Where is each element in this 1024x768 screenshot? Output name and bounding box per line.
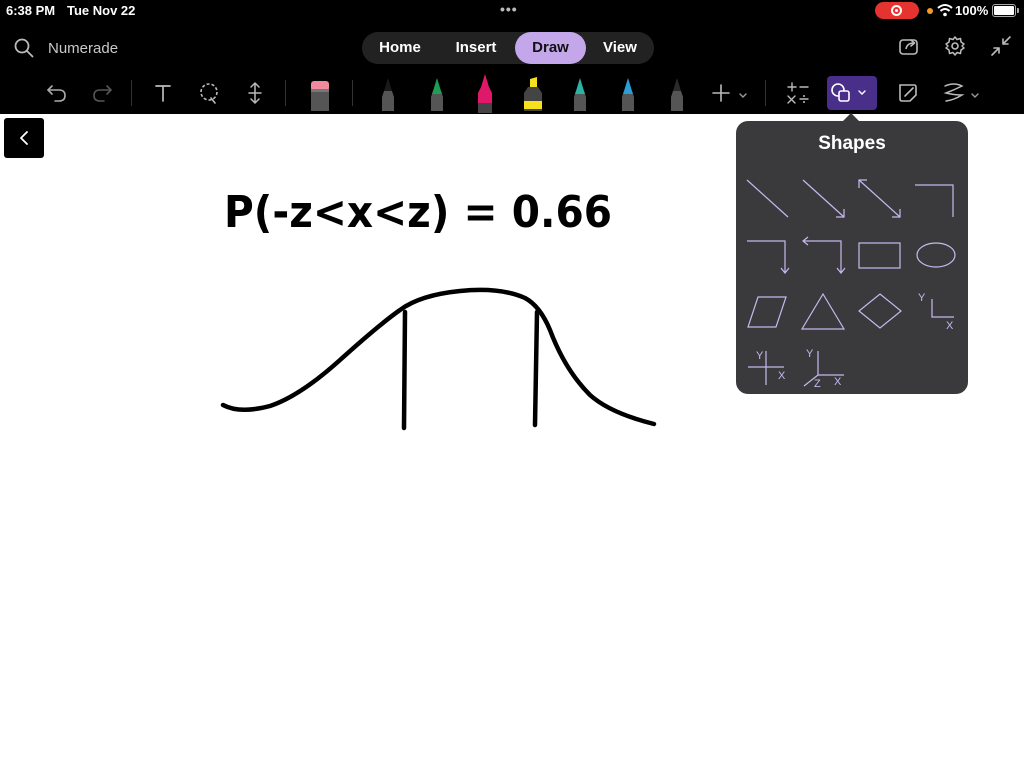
shapes-panel: Shapes YX YX YXZ [736,113,968,394]
chevron-left-icon [20,131,28,145]
battery-icon [992,4,1019,17]
toolbar-divider [131,80,132,106]
shape-xy-axes[interactable]: YX [912,289,958,335]
multitasking-dots[interactable]: ••• [500,1,518,17]
chevron-down-icon [858,90,866,95]
tab-home[interactable]: Home [366,32,434,64]
shape-elbow[interactable] [912,177,958,223]
toolbar-divider [285,80,286,106]
draw-toolbar [0,72,1024,114]
highlighter-yellow-icon[interactable] [518,72,548,114]
shape-elbow-arrow[interactable] [744,233,790,279]
shape-double-arrow[interactable] [856,177,902,223]
shape-xy-cross-axes[interactable]: YX [744,345,790,391]
wifi-icon [937,3,953,20]
text-tool-icon[interactable] [151,72,175,114]
svg-text:X: X [778,370,786,382]
insert-space-icon[interactable] [244,72,266,114]
handwritten-equation: P(-z<x<z) = 0.66 [224,187,612,238]
pen-dark-icon[interactable] [664,72,690,114]
right-bound-line [532,309,540,428]
shape-ellipse[interactable] [912,233,958,279]
replay-icon[interactable] [940,72,968,114]
svg-text:X: X [834,376,842,388]
lasso-icon[interactable] [196,72,222,114]
shape-triangle[interactable] [800,289,846,335]
pen-blue-icon[interactable] [615,72,641,114]
chevron-down-icon[interactable] [738,88,748,106]
top-bar: Numerade Home Insert Draw View [0,22,1024,72]
pen-green-icon[interactable] [424,72,450,114]
shape-arrow[interactable] [800,177,846,223]
mic-indicator-icon [927,8,933,14]
back-button[interactable] [4,118,44,158]
redo-icon[interactable] [89,72,115,114]
math-icon[interactable] [784,72,812,114]
shape-rectangle[interactable] [856,233,902,279]
svg-text:Y: Y [918,292,926,304]
svg-text:X: X [946,320,954,332]
toolbar-divider [765,80,766,106]
svg-text:Y: Y [806,348,814,360]
chevron-down-icon[interactable] [970,88,980,106]
status-bar: 6:38 PM Tue Nov 22 ••• 100% [0,0,1024,22]
shape-diamond[interactable] [856,289,902,335]
share-icon[interactable] [898,35,920,62]
eraser-icon[interactable] [307,72,333,114]
search-icon[interactable] [14,38,34,63]
collapse-icon[interactable] [990,35,1012,62]
undo-icon[interactable] [44,72,70,114]
pen-teal-icon[interactable] [567,72,593,114]
tab-draw[interactable]: Draw [515,32,586,64]
battery-percent: 100% [955,3,989,18]
pen-black-icon[interactable] [375,72,401,114]
notebook-title[interactable]: Numerade [48,40,118,57]
ink-to-shape-icon[interactable] [894,72,922,114]
shape-line[interactable] [744,177,790,223]
screen-recording-icon[interactable] [875,2,919,19]
shapes-button[interactable] [827,72,877,114]
date: Tue Nov 22 [67,3,136,18]
shapes-icon [831,83,850,102]
left-bound-line [401,309,408,431]
toolbar-divider [352,80,353,106]
ribbon-tabs: Home Insert Draw View [362,32,654,64]
tab-insert[interactable]: Insert [440,32,512,64]
pen-magenta-icon[interactable] [471,72,499,114]
svg-text:Y: Y [756,350,764,362]
tab-view[interactable]: View [588,32,652,64]
shape-parallelogram[interactable] [744,289,790,335]
bell-curve-stroke [220,287,657,427]
shape-xyz-axes[interactable]: Y X Z [800,345,846,391]
settings-gear-icon[interactable] [944,35,966,62]
add-pen-icon[interactable] [709,72,733,114]
svg-text:Z: Z [814,378,821,390]
shape-elbow-double-arrow[interactable] [800,233,846,279]
shapes-panel-title: Shapes [818,133,886,154]
clock: 6:38 PM [6,3,56,18]
